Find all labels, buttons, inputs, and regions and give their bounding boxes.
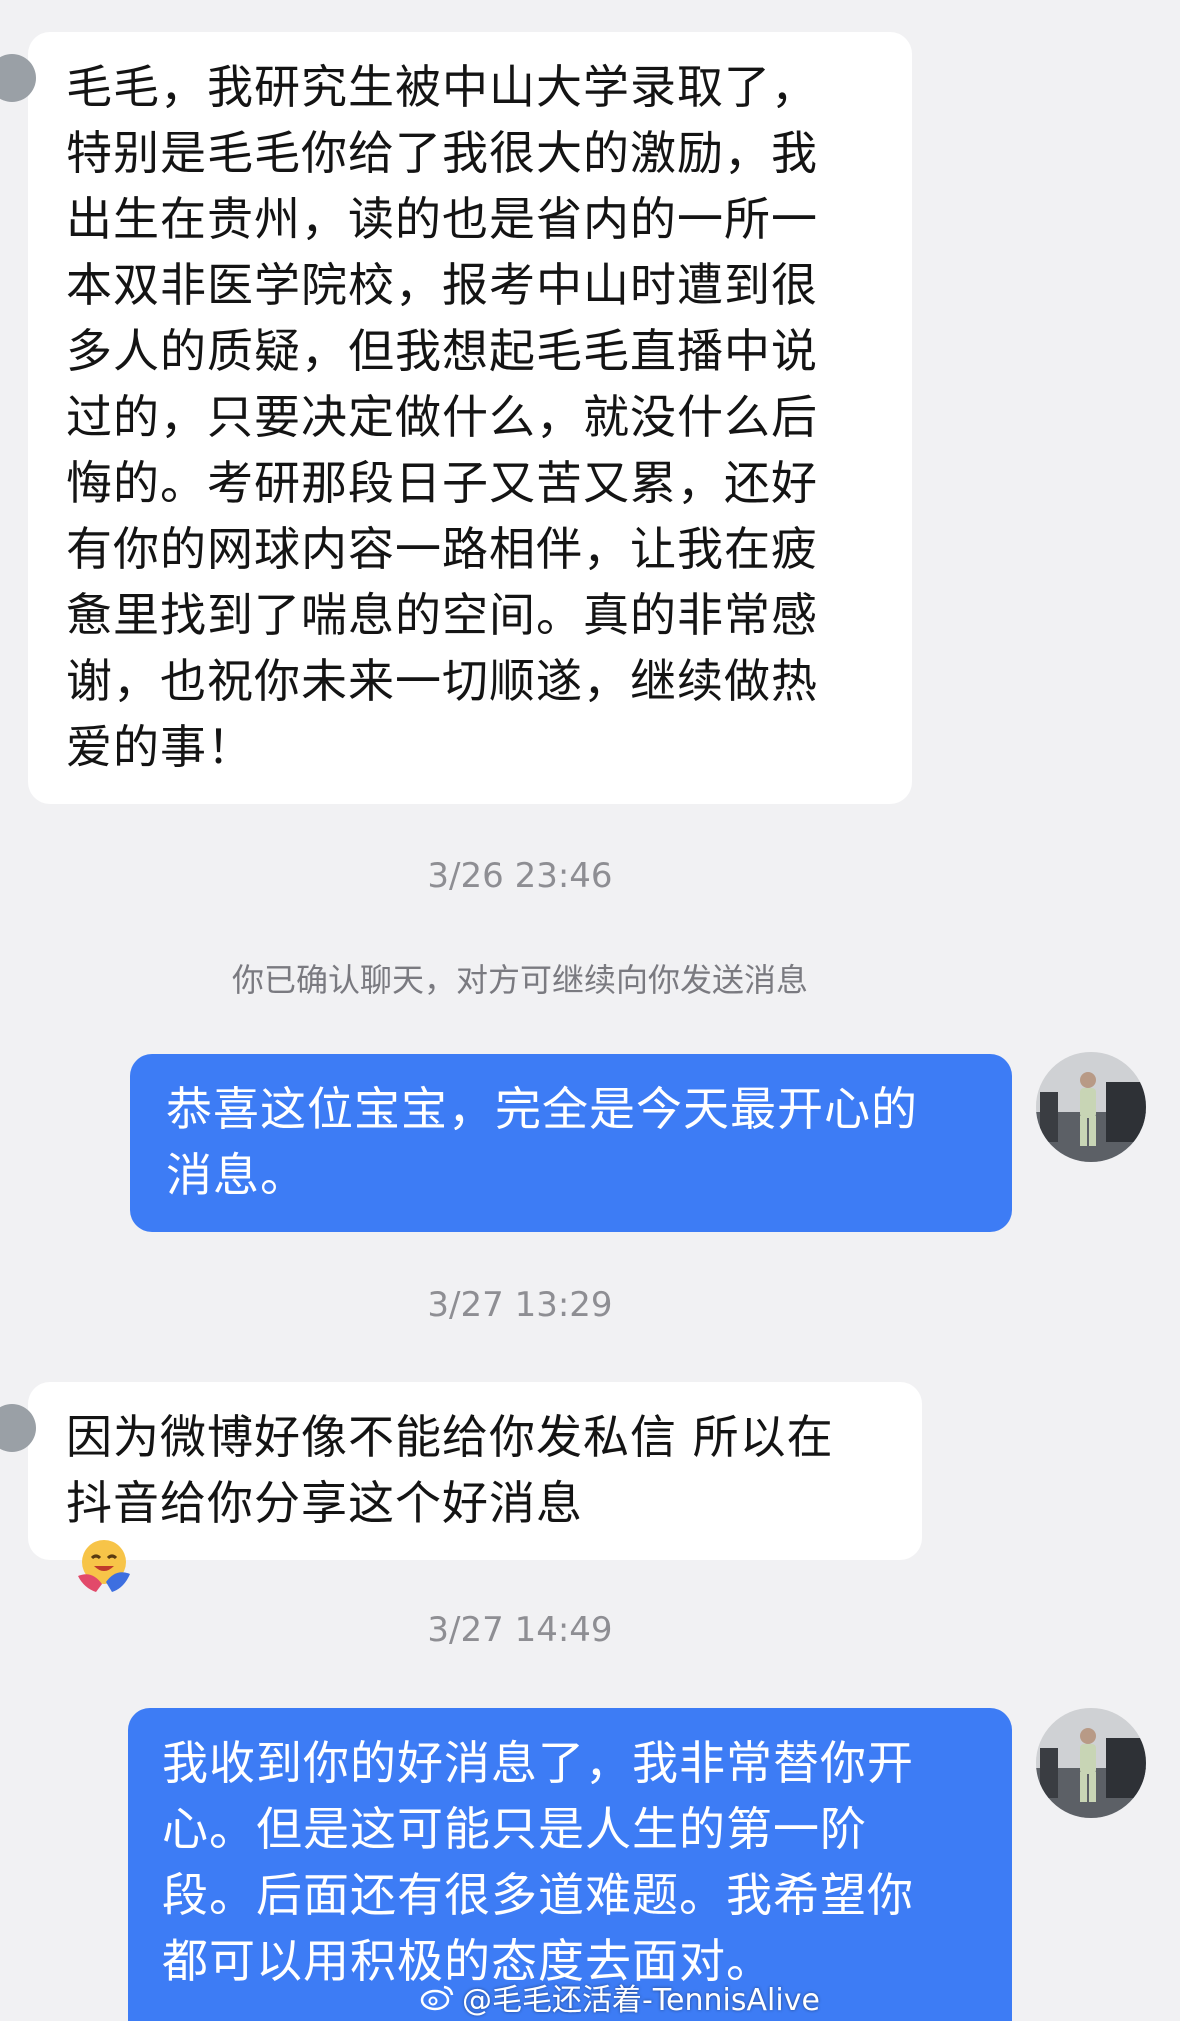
incoming-message-bubble[interactable]: 毛毛，我研究生被中山大学录取了， 特别是毛毛你给了我很大的激励，我 出生在贵州，…: [0, 32, 912, 804]
peer-avatar[interactable]: [0, 1404, 36, 1452]
outgoing-message-bubble[interactable]: 恭喜这位宝宝，完全是今天最开心的 消息。: [130, 1054, 1012, 1232]
message-text: 恭喜这位宝宝，完全是今天最开心的 消息。: [166, 1082, 918, 1202]
message-timestamp: 3/27 13:29: [427, 1285, 613, 1325]
watermark: @毛毛还活着-TennisAlive: [420, 1975, 820, 2019]
message-timestamp: 3/27 14:49: [427, 1610, 613, 1650]
system-notice: 你已确认聊天，对方可继续向你发送消息: [231, 961, 808, 999]
hugging-face-emoji: [72, 1536, 136, 1609]
peer-avatar[interactable]: [0, 54, 36, 102]
message-text: 毛毛，我研究生被中山大学录取了， 特别是毛毛你给了我很大的激励，我 出生在贵州，…: [66, 60, 818, 774]
user-avatar[interactable]: [1036, 1708, 1146, 1818]
message-text: 我收到你的好消息了，我非常替你开 心。但是这可能只是人生的第一阶 段。后面还有很…: [162, 1736, 914, 1988]
message-timestamp: 3/26 23:46: [427, 856, 613, 896]
incoming-message-bubble[interactable]: 因为微博好像不能给你发私信 所以在 抖音给你分享这个好消息: [0, 1382, 922, 1592]
watermark-text: @毛毛还活着-TennisAlive: [462, 1983, 820, 2018]
user-avatar[interactable]: [1036, 1052, 1146, 1162]
message-text: 因为微博好像不能给你发私信 所以在 抖音给你分享这个好消息: [66, 1410, 834, 1530]
weibo-icon: [420, 1985, 454, 2011]
